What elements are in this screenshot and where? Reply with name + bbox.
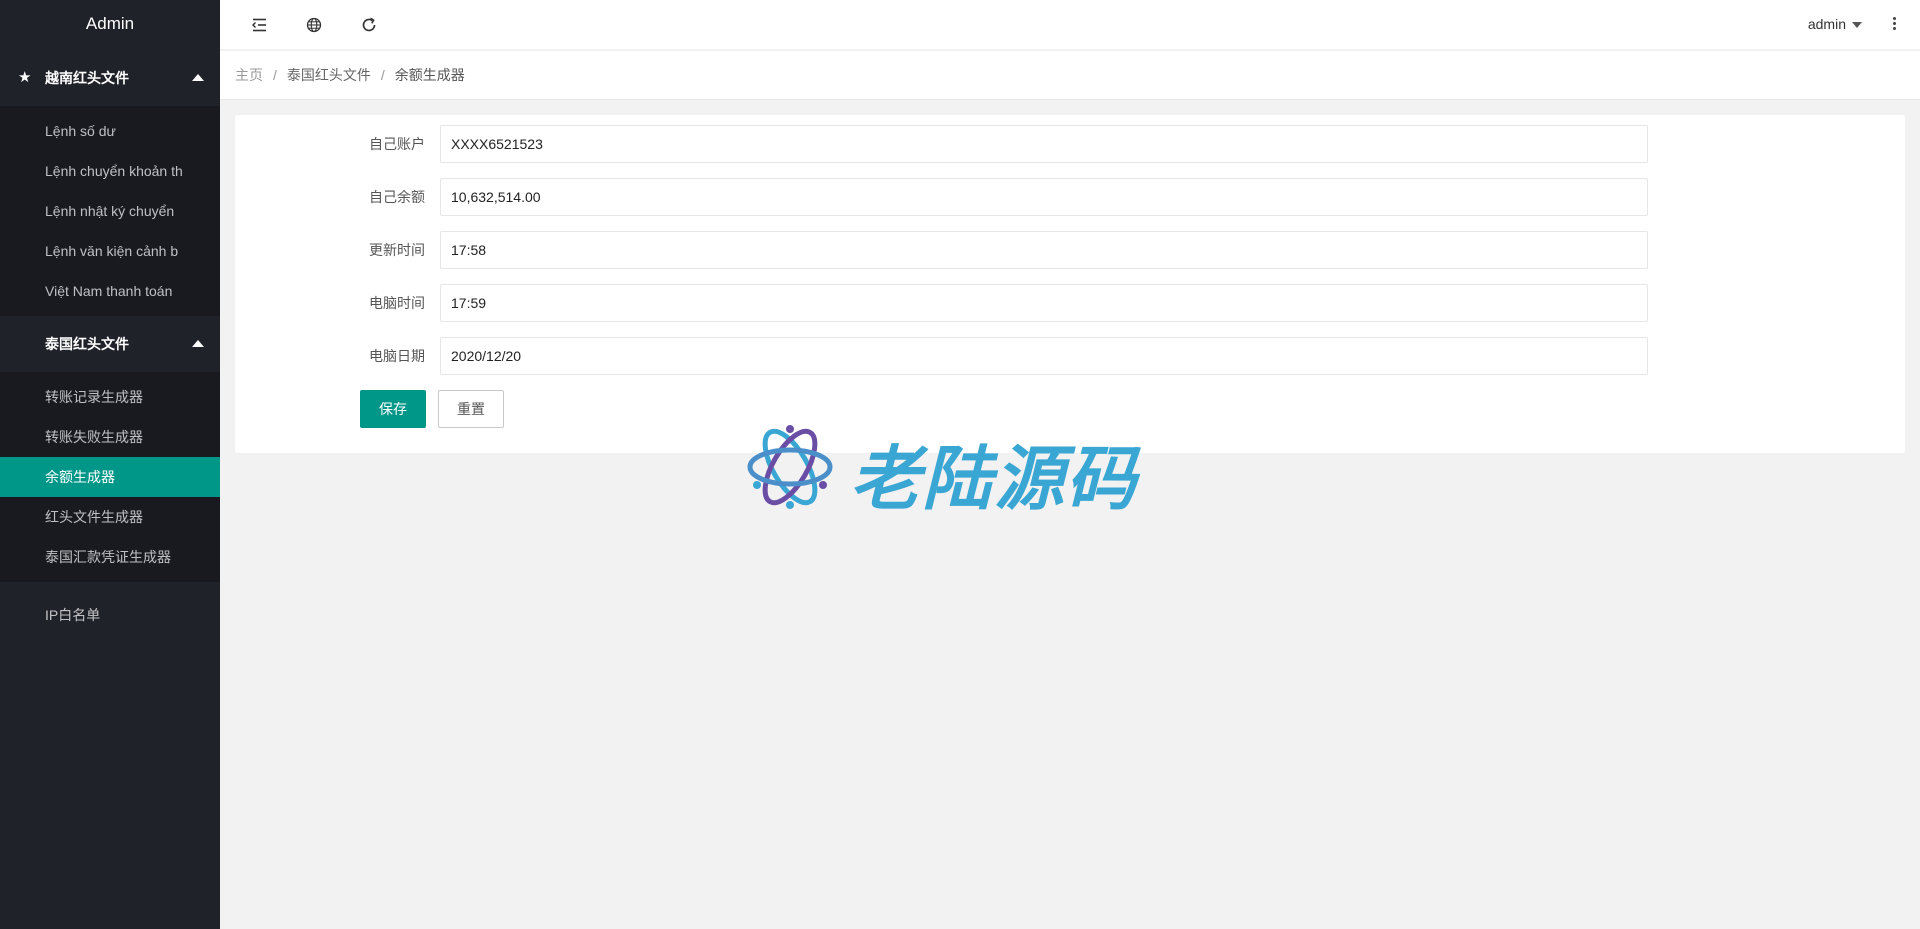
nav-group-thailand[interactable]: 泰国红头文件 (0, 316, 220, 372)
reset-button[interactable]: 重置 (438, 390, 504, 428)
globe-icon[interactable] (303, 14, 325, 36)
sidebar-item-balance-generator[interactable]: 余额生成器 (0, 457, 220, 497)
chevron-up-icon (192, 340, 204, 347)
pc-date-input[interactable] (440, 337, 1648, 375)
star-icon: ★ (18, 69, 32, 86)
account-label: 自己账户 (369, 136, 425, 152)
breadcrumb-current: 余额生成器 (394, 67, 465, 83)
atom-logo-icon (747, 425, 833, 509)
sidebar: Admin ★ 越南红头文件 Lệnh số dư Lệnh chuyển kh… (0, 0, 220, 929)
pc-time-label: 电脑时间 (369, 295, 425, 311)
nav-group-label: 泰国红头文件 (45, 336, 129, 352)
form-row-pc-time: 电脑时间 (235, 284, 1905, 322)
refresh-icon[interactable] (358, 14, 380, 36)
sidebar-item-vn-payment[interactable]: Việt Nam thanh toán (0, 271, 220, 311)
chevron-up-icon (192, 74, 204, 81)
user-name: admin (1807, 16, 1846, 32)
sidebar-item-remittance-voucher[interactable]: 泰国汇款凭证生成器 (0, 537, 220, 577)
nav-group-label: 越南红头文件 (45, 70, 129, 86)
breadcrumb-thailand[interactable]: 泰国红头文件 (287, 67, 371, 83)
breadcrumb: 主页 / 泰国红头文件 / 余额生成器 (220, 51, 1920, 100)
sidebar-item-vn-warning-doc[interactable]: Lệnh văn kiện cảnh b (0, 231, 220, 271)
menu-fold-icon[interactable] (248, 14, 270, 36)
sidebar-item-vn-balance[interactable]: Lệnh số dư (0, 111, 220, 151)
form-row-balance: 自己余额 (235, 178, 1905, 216)
caret-down-icon (1852, 22, 1862, 29)
pc-date-label: 电脑日期 (369, 348, 425, 364)
form-row-account: 自己账户 (235, 125, 1905, 163)
top-header: admin (220, 0, 1920, 50)
breadcrumb-home[interactable]: 主页 (235, 67, 263, 83)
form-row-update-time: 更新时间 (235, 231, 1905, 269)
pc-time-input[interactable] (440, 284, 1648, 322)
watermark-text: 老陆源码 (850, 438, 1138, 520)
balance-label: 自己余额 (369, 189, 425, 205)
app-logo[interactable]: Admin (0, 0, 220, 50)
save-button[interactable]: 保存 (360, 390, 426, 428)
breadcrumb-separator: / (273, 67, 277, 83)
breadcrumb-separator: / (380, 67, 385, 83)
balance-input[interactable] (440, 178, 1648, 216)
user-menu[interactable]: admin (1808, 16, 1862, 32)
sidebar-item-redhead-doc[interactable]: 红头文件生成器 (0, 497, 220, 537)
nav-group-vietnam[interactable]: ★ 越南红头文件 (0, 50, 220, 106)
update-time-label: 更新时间 (369, 242, 425, 258)
update-time-input[interactable] (440, 231, 1648, 269)
account-input[interactable] (440, 125, 1648, 163)
more-vertical-icon[interactable] (1890, 15, 1898, 35)
form-card: 自己账户 自己余额 更新时间 电脑时间 电脑日期 保存 重置 (235, 115, 1905, 453)
sidebar-item-vn-transfer-log[interactable]: Lệnh nhật ký chuyển (0, 191, 220, 231)
sidebar-item-transfer-failed[interactable]: 转账失败生成器 (0, 417, 220, 457)
watermark: 老陆源码 (740, 417, 1180, 520)
sidebar-item-ip-whitelist[interactable]: IP白名单 (0, 587, 220, 643)
nav-child-list-vietnam: Lệnh số dư Lệnh chuyển khoản th Lệnh nhậ… (0, 106, 220, 316)
sidebar-item-transfer-record[interactable]: 转账记录生成器 (0, 377, 220, 417)
nav-child-list-thailand: 转账记录生成器 转账失败生成器 余额生成器 红头文件生成器 泰国汇款凭证生成器 (0, 372, 220, 582)
sidebar-item-vn-transfer[interactable]: Lệnh chuyển khoản th (0, 151, 220, 191)
form-row-pc-date: 电脑日期 (235, 337, 1905, 375)
